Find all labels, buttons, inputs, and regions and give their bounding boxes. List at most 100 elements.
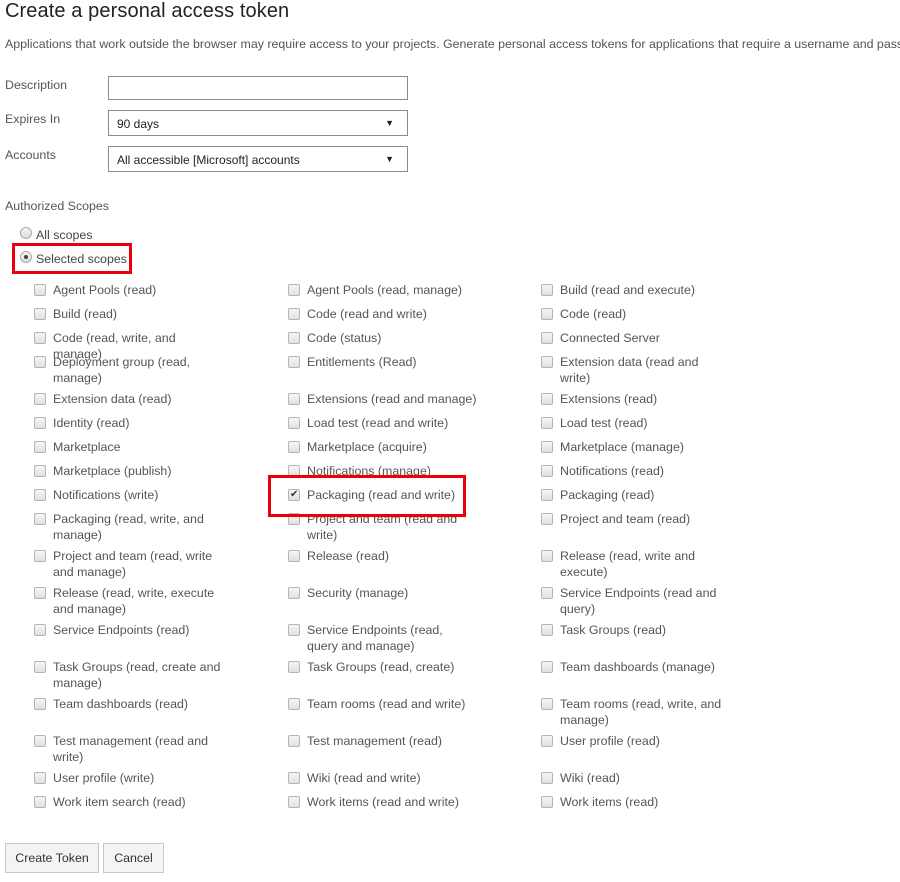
scope-item[interactable]: Team dashboards (read) [34,696,288,733]
checkbox-unchecked-icon[interactable] [541,513,553,525]
scope-item[interactable]: Agent Pools (read) [34,282,288,306]
checkbox-unchecked-icon[interactable] [34,284,46,296]
scope-item[interactable]: Service Endpoints (read, query and manag… [288,622,541,659]
scope-item[interactable]: Team dashboards (manage) [541,659,794,696]
scope-item[interactable]: Work items (read and write) [288,794,541,818]
checkbox-unchecked-icon[interactable] [34,393,46,405]
checkbox-unchecked-icon[interactable] [541,465,553,477]
scope-item[interactable]: Project and team (read) [541,511,794,548]
scope-item[interactable]: Extension data (read and write) [541,354,794,391]
checkbox-unchecked-icon[interactable] [541,356,553,368]
checkbox-unchecked-icon[interactable] [34,772,46,784]
checkbox-unchecked-icon[interactable] [288,698,300,710]
scope-item[interactable]: Marketplace (publish) [34,463,288,487]
scope-item[interactable]: Service Endpoints (read and query) [541,585,794,622]
scope-item[interactable]: Extensions (read) [541,391,794,415]
scope-item[interactable]: Entitlements (Read) [288,354,541,391]
checkbox-unchecked-icon[interactable] [288,308,300,320]
checkbox-unchecked-icon[interactable] [34,796,46,808]
checkbox-unchecked-icon[interactable] [34,356,46,368]
scope-item[interactable]: Notifications (manage) [288,463,541,487]
checkbox-unchecked-icon[interactable] [541,550,553,562]
checkbox-unchecked-icon[interactable] [541,417,553,429]
scope-item[interactable]: Release (read, write and execute) [541,548,794,585]
checkbox-unchecked-icon[interactable] [541,308,553,320]
checkbox-unchecked-icon[interactable] [34,661,46,673]
scope-item[interactable]: Build (read) [34,306,288,330]
scope-item[interactable]: Deployment group (read, manage) [34,354,288,391]
scope-item[interactable]: Team rooms (read and write) [288,696,541,733]
checkbox-unchecked-icon[interactable] [288,356,300,368]
scope-item[interactable]: Marketplace (manage) [541,439,794,463]
scope-item[interactable]: Code (read) [541,306,794,330]
scope-item[interactable]: Code (status) [288,330,541,354]
checkbox-unchecked-icon[interactable] [288,513,300,525]
checkbox-unchecked-icon[interactable] [34,465,46,477]
checkbox-unchecked-icon[interactable] [288,661,300,673]
checkbox-unchecked-icon[interactable] [34,441,46,453]
radio-unselected-icon[interactable] [20,227,32,239]
checkbox-unchecked-icon[interactable] [541,393,553,405]
scope-item[interactable]: Packaging (read, write, and manage) [34,511,288,548]
scope-item[interactable]: Work items (read) [541,794,794,818]
checkbox-unchecked-icon[interactable] [541,661,553,673]
checkbox-unchecked-icon[interactable] [34,489,46,501]
create-token-button[interactable]: Create Token [5,843,99,873]
scope-item[interactable]: Test management (read and write) [34,733,288,770]
checkbox-unchecked-icon[interactable] [288,772,300,784]
scope-item[interactable]: Marketplace (acquire) [288,439,541,463]
scope-item[interactable]: Release (read) [288,548,541,585]
scope-item[interactable]: Work item search (read) [34,794,288,818]
scope-item[interactable]: Extension data (read) [34,391,288,415]
checkbox-unchecked-icon[interactable] [34,550,46,562]
checkbox-unchecked-icon[interactable] [541,796,553,808]
scope-item[interactable]: Task Groups (read, create) [288,659,541,696]
scope-item[interactable]: Notifications (write) [34,487,288,511]
scope-item[interactable]: Team rooms (read, write, and manage) [541,696,794,733]
checkbox-unchecked-icon[interactable] [541,735,553,747]
scope-item[interactable]: Task Groups (read, create and manage) [34,659,288,696]
scope-item[interactable]: Packaging (read) [541,487,794,511]
checkbox-unchecked-icon[interactable] [34,735,46,747]
checkbox-checked-icon[interactable] [288,487,300,503]
scope-item[interactable]: Code (read, write, and manage) [34,330,288,361]
scope-item[interactable]: Load test (read and write) [288,415,541,439]
scope-item[interactable]: Connected Server [541,330,794,354]
checkbox-unchecked-icon[interactable] [34,332,46,344]
accounts-select[interactable]: All accessible [Microsoft] accounts ▼ [108,146,408,172]
expires-in-select[interactable]: 90 days ▼ [108,110,408,136]
description-input[interactable] [108,76,408,100]
scope-item[interactable]: Notifications (read) [541,463,794,487]
scope-item[interactable]: Task Groups (read) [541,622,794,659]
scope-item[interactable]: Extensions (read and manage) [288,391,541,415]
checkbox-unchecked-icon[interactable] [34,417,46,429]
scope-item[interactable]: User profile (read) [541,733,794,770]
checkbox-unchecked-icon[interactable] [541,332,553,344]
checkbox-unchecked-icon[interactable] [541,698,553,710]
checkbox-unchecked-icon[interactable] [34,587,46,599]
scope-item[interactable]: Build (read and execute) [541,282,794,306]
checkbox-unchecked-icon[interactable] [34,308,46,320]
radio-selected-icon[interactable] [20,251,32,263]
scope-item[interactable]: Identity (read) [34,415,288,439]
scope-item[interactable]: Marketplace [34,439,288,463]
scope-item[interactable]: User profile (write) [34,770,288,794]
selected-scopes-radio[interactable]: Selected scopes [20,251,127,266]
scope-item[interactable]: Wiki (read and write) [288,770,541,794]
checkbox-unchecked-icon[interactable] [288,284,300,296]
checkbox-unchecked-icon[interactable] [288,550,300,562]
scope-item[interactable]: Wiki (read) [541,770,794,794]
cancel-button[interactable]: Cancel [103,843,164,873]
scope-item[interactable]: Load test (read) [541,415,794,439]
scope-item[interactable]: Code (read and write) [288,306,541,330]
scope-item[interactable]: Release (read, write, execute and manage… [34,585,288,622]
checkbox-unchecked-icon[interactable] [541,587,553,599]
checkbox-unchecked-icon[interactable] [288,796,300,808]
scope-item[interactable]: Test management (read) [288,733,541,770]
checkbox-unchecked-icon[interactable] [34,624,46,636]
checkbox-unchecked-icon[interactable] [541,772,553,784]
checkbox-unchecked-icon[interactable] [541,441,553,453]
checkbox-unchecked-icon[interactable] [288,735,300,747]
checkbox-unchecked-icon[interactable] [288,587,300,599]
checkbox-unchecked-icon[interactable] [288,441,300,453]
